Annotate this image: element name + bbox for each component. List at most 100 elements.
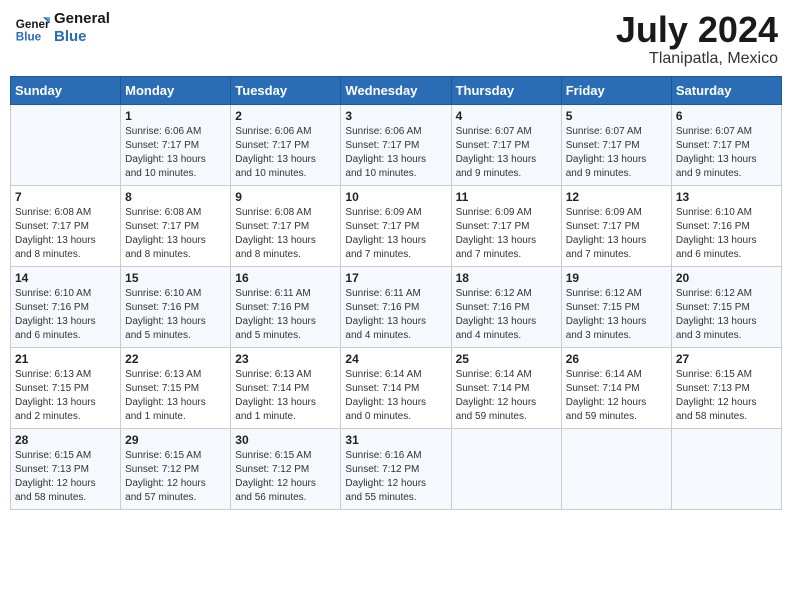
calendar-cell: 1Sunrise: 6:06 AM Sunset: 7:17 PM Daylig…	[121, 104, 231, 185]
calendar-cell: 4 Sunrise: 6:07 AM Sunset: 7:17 PM Daylig…	[451, 104, 561, 185]
svg-text:General: General	[16, 18, 50, 31]
day-number: 2	[235, 109, 336, 123]
day-number: 14	[15, 271, 116, 285]
day-info: Sunrise: 6:12 AM Sunset: 7:16 PM Dayligh…	[456, 287, 557, 343]
calendar-cell: 6 Sunrise: 6:07 AM Sunset: 7:17 PM Daylig…	[671, 104, 781, 185]
day-info: Sunrise: 6:08 AM Sunset: 7:17 PM Dayligh…	[15, 206, 116, 262]
day-info: Sunrise: 6:15 AM Sunset: 7:12 PM Dayligh…	[235, 449, 336, 505]
day-info: Sunrise: 6:14 AM Sunset: 7:14 PM Dayligh…	[456, 368, 557, 424]
calendar-cell: 3Sunrise: 6:06 AM Sunset: 7:17 PM Daylig…	[341, 104, 451, 185]
day-info: Sunrise: 6:10 AM Sunset: 7:16 PM Dayligh…	[15, 287, 116, 343]
day-number: 15	[125, 271, 226, 285]
svg-text:Blue: Blue	[16, 31, 42, 44]
day-info: Sunrise: 6:08 AM Sunset: 7:17 PM Dayligh…	[235, 206, 336, 262]
day-info: Sunrise: 6:09 AM Sunset: 7:17 PM Dayligh…	[345, 206, 446, 262]
calendar-week-row: 14 Sunrise: 6:10 AM Sunset: 7:16 PM Dayli…	[11, 266, 782, 347]
day-info: Sunrise: 6:14 AM Sunset: 7:14 PM Dayligh…	[345, 368, 446, 424]
day-info: Sunrise: 6:10 AM Sunset: 7:16 PM Dayligh…	[676, 206, 777, 262]
calendar-cell: 14 Sunrise: 6:10 AM Sunset: 7:16 PM Dayli…	[11, 266, 121, 347]
day-number: 21	[15, 352, 116, 366]
calendar-cell: 18 Sunrise: 6:12 AM Sunset: 7:16 PM Dayli…	[451, 266, 561, 347]
day-number: 11	[456, 190, 557, 204]
day-info: Sunrise: 6:07 AM Sunset: 7:17 PM Dayligh…	[566, 125, 667, 181]
day-info: Sunrise: 6:13 AM Sunset: 7:14 PM Dayligh…	[235, 368, 336, 424]
day-info: Sunrise: 6:10 AM Sunset: 7:16 PM Dayligh…	[125, 287, 226, 343]
day-number: 20	[676, 271, 777, 285]
day-info: Sunrise: 6:11 AM Sunset: 7:16 PM Dayligh…	[345, 287, 446, 343]
day-info: Sunrise: 6:07 AM Sunset: 7:17 PM Dayligh…	[676, 125, 777, 181]
day-number: 10	[345, 190, 446, 204]
calendar-header: SundayMondayTuesdayWednesdayThursdayFrid…	[11, 76, 782, 104]
day-number: 18	[456, 271, 557, 285]
calendar-week-row: 1Sunrise: 6:06 AM Sunset: 7:17 PM Daylig…	[11, 104, 782, 185]
day-number: 27	[676, 352, 777, 366]
calendar-week-row: 21 Sunrise: 6:13 AM Sunset: 7:15 PM Dayli…	[11, 347, 782, 428]
day-info: Sunrise: 6:15 AM Sunset: 7:13 PM Dayligh…	[15, 449, 116, 505]
day-number: 25	[456, 352, 557, 366]
calendar-cell	[561, 428, 671, 509]
day-number: 24	[345, 352, 446, 366]
calendar-cell: 7Sunrise: 6:08 AM Sunset: 7:17 PM Daylig…	[11, 185, 121, 266]
day-number: 22	[125, 352, 226, 366]
weekday-header-row: SundayMondayTuesdayWednesdayThursdayFrid…	[11, 76, 782, 104]
calendar-cell: 21 Sunrise: 6:13 AM Sunset: 7:15 PM Dayli…	[11, 347, 121, 428]
day-number: 3	[345, 109, 446, 123]
weekday-header-wednesday: Wednesday	[341, 76, 451, 104]
day-info: Sunrise: 6:06 AM Sunset: 7:17 PM Dayligh…	[125, 125, 226, 181]
day-info: Sunrise: 6:16 AM Sunset: 7:12 PM Dayligh…	[345, 449, 446, 505]
day-number: 23	[235, 352, 336, 366]
day-number: 4	[456, 109, 557, 123]
day-info: Sunrise: 6:08 AM Sunset: 7:17 PM Dayligh…	[125, 206, 226, 262]
calendar-cell: 17Sunrise: 6:11 AM Sunset: 7:16 PM Dayli…	[341, 266, 451, 347]
calendar-cell: 13Sunrise: 6:10 AM Sunset: 7:16 PM Dayli…	[671, 185, 781, 266]
calendar-cell: 15 Sunrise: 6:10 AM Sunset: 7:16 PM Dayli…	[121, 266, 231, 347]
day-number: 6	[676, 109, 777, 123]
calendar-cell: 30Sunrise: 6:15 AM Sunset: 7:12 PM Dayli…	[231, 428, 341, 509]
day-info: Sunrise: 6:12 AM Sunset: 7:15 PM Dayligh…	[566, 287, 667, 343]
calendar-cell: 25 Sunrise: 6:14 AM Sunset: 7:14 PM Dayli…	[451, 347, 561, 428]
calendar-table: SundayMondayTuesdayWednesdayThursdayFrid…	[10, 76, 782, 510]
logo-general: General	[54, 10, 110, 28]
day-number: 12	[566, 190, 667, 204]
calendar-cell: 26 Sunrise: 6:14 AM Sunset: 7:14 PM Dayli…	[561, 347, 671, 428]
weekday-header-friday: Friday	[561, 76, 671, 104]
day-number: 5	[566, 109, 667, 123]
weekday-header-thursday: Thursday	[451, 76, 561, 104]
day-info: Sunrise: 6:14 AM Sunset: 7:14 PM Dayligh…	[566, 368, 667, 424]
month-title: July 2024	[616, 10, 778, 50]
weekday-header-tuesday: Tuesday	[231, 76, 341, 104]
calendar-cell: 9Sunrise: 6:08 AM Sunset: 7:17 PM Daylig…	[231, 185, 341, 266]
day-number: 16	[235, 271, 336, 285]
day-info: Sunrise: 6:13 AM Sunset: 7:15 PM Dayligh…	[15, 368, 116, 424]
logo-icon: General Blue	[14, 10, 50, 46]
calendar-cell: 28 Sunrise: 6:15 AM Sunset: 7:13 PM Dayli…	[11, 428, 121, 509]
location-title: Tlanipatla, Mexico	[616, 50, 778, 68]
weekday-header-saturday: Saturday	[671, 76, 781, 104]
day-number: 31	[345, 433, 446, 447]
day-number: 19	[566, 271, 667, 285]
calendar-cell	[671, 428, 781, 509]
calendar-cell: 8 Sunrise: 6:08 AM Sunset: 7:17 PM Daylig…	[121, 185, 231, 266]
calendar-cell: 2 Sunrise: 6:06 AM Sunset: 7:17 PM Daylig…	[231, 104, 341, 185]
day-info: Sunrise: 6:09 AM Sunset: 7:17 PM Dayligh…	[456, 206, 557, 262]
calendar-cell: 27 Sunrise: 6:15 AM Sunset: 7:13 PM Dayli…	[671, 347, 781, 428]
day-number: 8	[125, 190, 226, 204]
day-info: Sunrise: 6:15 AM Sunset: 7:13 PM Dayligh…	[676, 368, 777, 424]
day-number: 28	[15, 433, 116, 447]
calendar-cell: 20Sunrise: 6:12 AM Sunset: 7:15 PM Dayli…	[671, 266, 781, 347]
calendar-cell: 23 Sunrise: 6:13 AM Sunset: 7:14 PM Dayli…	[231, 347, 341, 428]
calendar-cell: 31 Sunrise: 6:16 AM Sunset: 7:12 PM Dayli…	[341, 428, 451, 509]
calendar-cell: 29Sunrise: 6:15 AM Sunset: 7:12 PM Dayli…	[121, 428, 231, 509]
calendar-cell	[451, 428, 561, 509]
logo-blue: Blue	[54, 28, 110, 46]
calendar-cell: 24 Sunrise: 6:14 AM Sunset: 7:14 PM Dayli…	[341, 347, 451, 428]
weekday-header-monday: Monday	[121, 76, 231, 104]
title-block: July 2024 Tlanipatla, Mexico	[616, 10, 778, 68]
calendar-week-row: 28 Sunrise: 6:15 AM Sunset: 7:13 PM Dayli…	[11, 428, 782, 509]
calendar-cell: 5 Sunrise: 6:07 AM Sunset: 7:17 PM Daylig…	[561, 104, 671, 185]
day-info: Sunrise: 6:06 AM Sunset: 7:17 PM Dayligh…	[235, 125, 336, 181]
calendar-cell: 16Sunrise: 6:11 AM Sunset: 7:16 PM Dayli…	[231, 266, 341, 347]
day-info: Sunrise: 6:07 AM Sunset: 7:17 PM Dayligh…	[456, 125, 557, 181]
page-header: General Blue General Blue July 2024 Tlan…	[10, 10, 782, 68]
day-number: 26	[566, 352, 667, 366]
